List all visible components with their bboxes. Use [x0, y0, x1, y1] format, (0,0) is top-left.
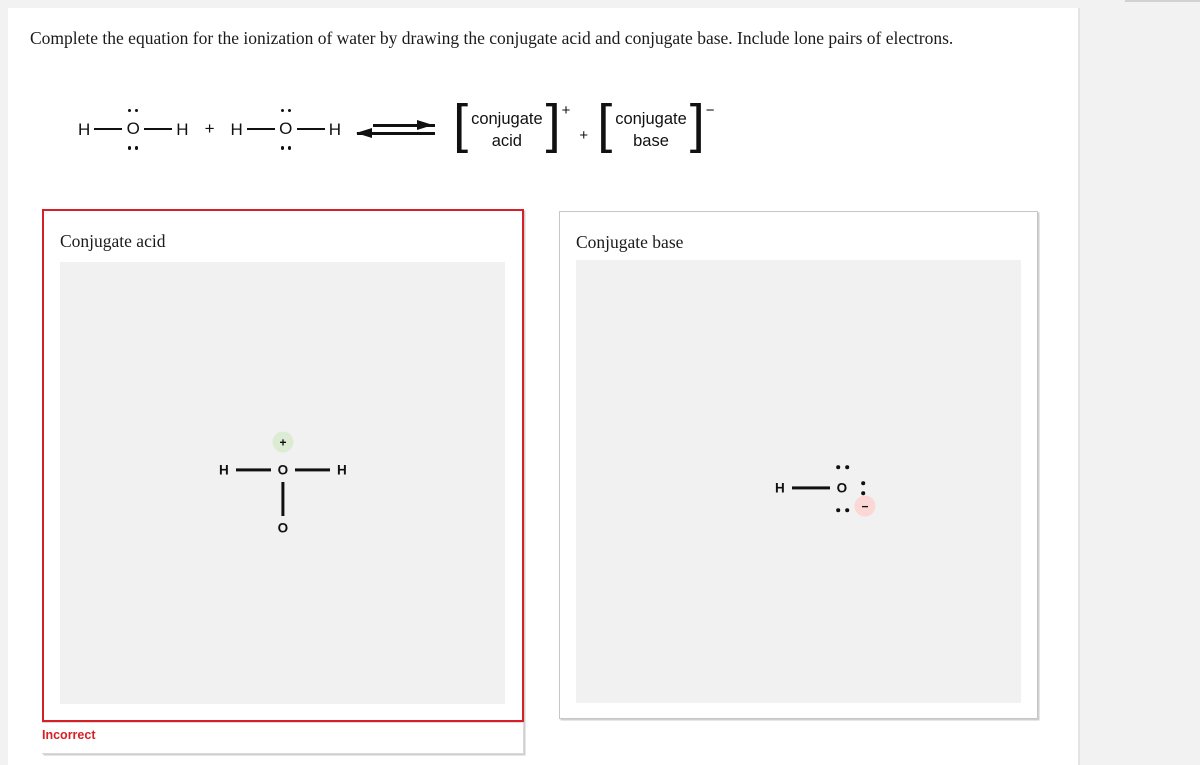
label-line-1: conjugate: [615, 110, 687, 128]
lone-pair-dot-base-4[interactable]: [861, 481, 865, 485]
lone-pair-dot-base-1[interactable]: [845, 465, 849, 469]
question-prompt: Complete the equation for the ionization…: [30, 28, 954, 48]
atom-hydrogen-right: H: [176, 119, 189, 139]
bond-acid-0[interactable]: [236, 468, 271, 472]
conjugate-acid-panel-title: Conjugate acid: [60, 231, 166, 251]
product-conjugate-base: [ conjugate base ] −: [597, 94, 714, 154]
bracket-left: [: [597, 94, 613, 154]
lone-pair-top: [278, 108, 294, 112]
atom-hydrogen-right: H: [328, 119, 342, 139]
conjugate-base-label: conjugate base: [615, 106, 687, 152]
conjugate-base-panel-title: Conjugate base: [576, 232, 684, 252]
conjugate-acid-panel[interactable]: Conjugate acid H O H O +: [42, 209, 524, 722]
bracket-left: [: [453, 94, 469, 154]
lone-pair-top: [125, 108, 141, 112]
lone-pair-dot-base-2[interactable]: [836, 508, 840, 512]
atom-base-0[interactable]: H: [775, 481, 785, 496]
bracket-right: ]: [545, 94, 561, 154]
bond-acid-2[interactable]: [281, 482, 285, 516]
bond-right: [144, 127, 173, 131]
lone-pair-dot-base-3[interactable]: [845, 508, 849, 512]
product-conjugate-acid: [ conjugate acid ] +: [453, 94, 570, 154]
reactant-water-2: H O H: [230, 94, 342, 164]
atom-oxygen-group: O: [126, 108, 140, 150]
conjugate-base-panel[interactable]: Conjugate base H O −: [559, 211, 1038, 719]
status-badge: Incorrect: [42, 728, 100, 742]
page-right-shadow: [1078, 8, 1080, 765]
bracket-pair: [ conjugate base ] −: [597, 94, 714, 154]
lone-pair-dot-base-5[interactable]: [861, 491, 865, 495]
atom-oxygen: O: [126, 118, 140, 138]
charge-superscript-positive: +: [561, 102, 571, 119]
bracket-right: ]: [689, 94, 705, 154]
atom-acid-3[interactable]: O: [278, 521, 289, 536]
atom-base-1[interactable]: O: [837, 481, 848, 496]
charge-badge-acid[interactable]: +: [272, 431, 294, 453]
conjugate-acid-label: conjugate acid: [471, 106, 543, 152]
conjugate-acid-drawing-canvas[interactable]: H O H O +: [60, 262, 505, 704]
product-plus-sign: +: [579, 126, 589, 144]
bond-left: [94, 127, 123, 131]
lone-pair-bottom: [125, 146, 141, 150]
lone-pair-dot-base-0[interactable]: [836, 465, 840, 469]
atom-oxygen: O: [279, 118, 293, 138]
atom-acid-0[interactable]: H: [219, 463, 229, 478]
bracket-pair: [ conjugate acid ] +: [453, 94, 570, 154]
charge-badge-base[interactable]: −: [854, 495, 876, 517]
question-card: Complete the equation for the ionization…: [8, 8, 1078, 765]
bond-left: [246, 127, 275, 131]
bond-acid-1[interactable]: [295, 468, 330, 472]
conjugate-base-drawing-canvas[interactable]: H O −: [576, 260, 1021, 703]
label-line-2: acid: [491, 132, 522, 150]
label-line-2: base: [633, 132, 669, 150]
label-line-1: conjugate: [471, 110, 543, 128]
reactant-plus-sign: +: [204, 119, 215, 138]
charge-superscript-negative: −: [705, 102, 715, 119]
top-divider-rule: [1125, 0, 1200, 2]
bond-right: [296, 127, 325, 131]
atom-acid-1[interactable]: O: [278, 463, 289, 478]
atom-acid-2[interactable]: H: [337, 463, 347, 478]
bond-base-0[interactable]: [792, 486, 830, 490]
atom-hydrogen-left: H: [230, 119, 243, 139]
atom-oxygen-group: O: [279, 108, 293, 150]
atom-hydrogen-left: H: [78, 119, 91, 139]
equilibrium-arrow-icon: [355, 116, 437, 142]
feedback-bar: [42, 722, 524, 754]
lone-pair-bottom: [278, 146, 294, 150]
chemical-equation: H O H + H O H [conjugate acid] + + [c…: [78, 94, 715, 164]
reactant-water-1: H O H: [78, 94, 189, 164]
page-root: Complete the equation for the ionization…: [0, 0, 1200, 765]
